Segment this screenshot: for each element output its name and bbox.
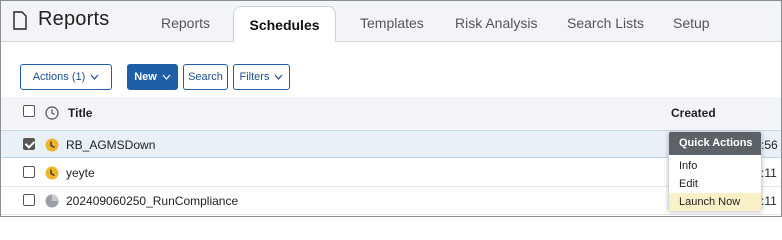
row-created: :11: [761, 194, 777, 208]
tab-templates[interactable]: Templates: [360, 15, 424, 31]
row-title[interactable]: 202409060250_RunCompliance: [66, 194, 238, 208]
tab-schedules[interactable]: Schedules: [233, 6, 336, 43]
menu-item-info[interactable]: Info: [669, 157, 761, 175]
select-all-checkbox[interactable]: [23, 105, 35, 117]
page-title: Reports: [38, 8, 110, 30]
reports-window: Reports Reports Schedules Templates Risk…: [0, 0, 782, 217]
row-created: :11: [761, 166, 777, 180]
toolbar: [1, 42, 781, 97]
search-label: Search: [188, 71, 223, 83]
filters-dropdown-button[interactable]: Filters: [233, 64, 290, 90]
menu-item-launch-now[interactable]: Launch Now: [669, 193, 761, 211]
clock-icon: [45, 106, 59, 120]
table-header: [1, 97, 781, 129]
chevron-down-icon: [90, 74, 99, 80]
column-created[interactable]: Created: [671, 106, 716, 120]
tab-reports[interactable]: Reports: [161, 15, 210, 31]
clock-icon: [45, 194, 59, 208]
row-checkbox[interactable]: [23, 166, 35, 178]
clock-icon: [45, 166, 59, 180]
actions-label: Actions (1): [32, 71, 86, 83]
new-dropdown-button[interactable]: New: [127, 64, 178, 90]
quick-actions-menu: Quick Actions Info Edit Launch Now: [668, 131, 762, 211]
filters-label: Filters: [239, 71, 270, 83]
tab-risk-analysis[interactable]: Risk Analysis: [455, 15, 537, 31]
menu-item-edit[interactable]: Edit: [669, 175, 761, 193]
row-title[interactable]: RB_AGMSDown: [66, 138, 155, 152]
document-icon: [13, 11, 27, 30]
column-title[interactable]: Title: [68, 106, 92, 120]
row-title[interactable]: yeyte: [66, 166, 95, 180]
row-checkbox[interactable]: [23, 194, 35, 206]
search-button[interactable]: Search: [183, 64, 228, 90]
chevron-down-icon: [162, 74, 171, 80]
new-label: New: [134, 71, 157, 83]
clock-icon: [45, 138, 59, 152]
row-checkbox[interactable]: [23, 138, 35, 150]
table-row[interactable]: [1, 159, 781, 187]
row-created: :56: [761, 138, 778, 152]
quick-actions-title: Quick Actions: [669, 132, 761, 155]
tab-search-lists[interactable]: Search Lists: [567, 15, 644, 31]
tab-setup[interactable]: Setup: [673, 15, 710, 31]
actions-dropdown-button[interactable]: Actions (1): [20, 64, 112, 90]
chevron-down-icon: [275, 74, 283, 80]
